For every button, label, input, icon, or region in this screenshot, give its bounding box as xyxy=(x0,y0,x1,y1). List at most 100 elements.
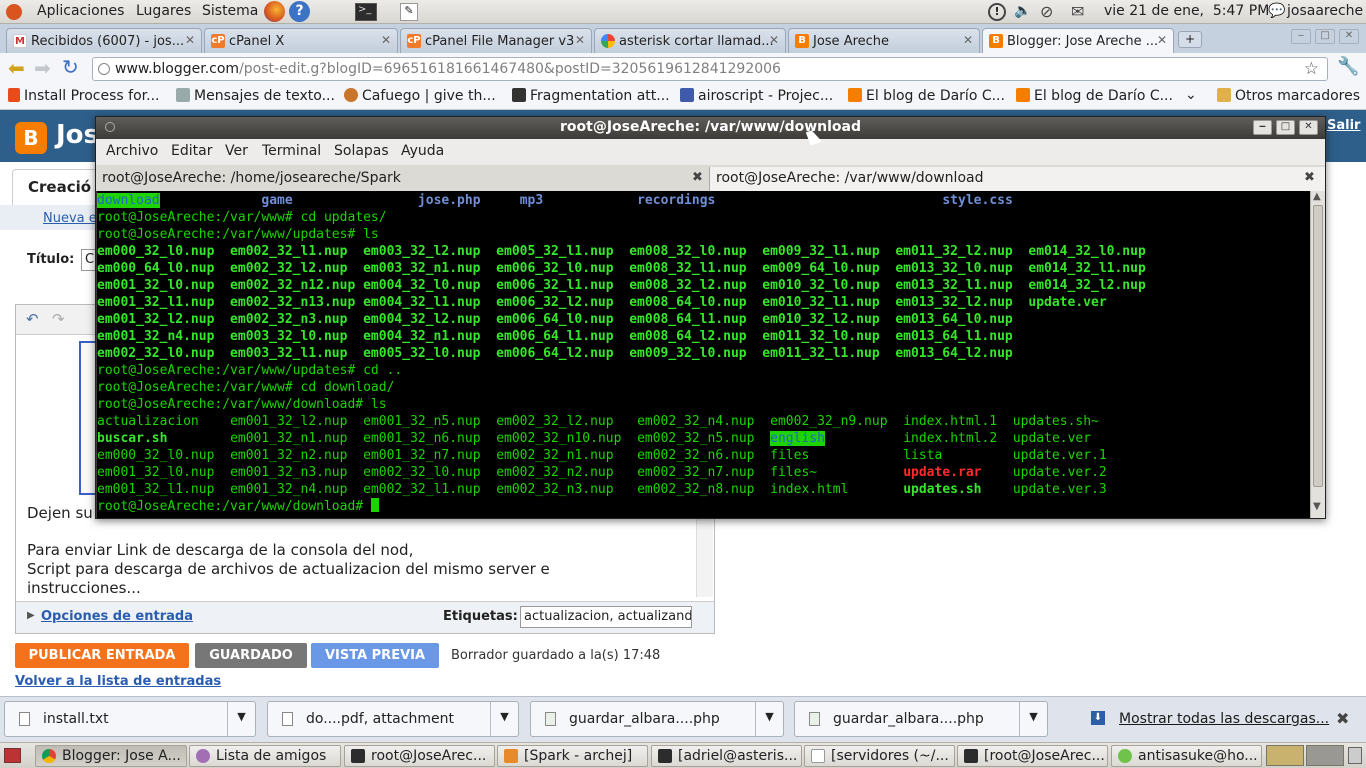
taskbar-item[interactable]: antisasuke@ho... xyxy=(1111,745,1262,767)
download-item[interactable]: guardar_albara....php ▼ xyxy=(530,701,784,737)
trash-icon[interactable] xyxy=(1348,747,1362,764)
bookmark-item[interactable]: Cafuego | give th... xyxy=(344,88,496,104)
close-window-icon[interactable]: ✕ xyxy=(1299,120,1318,135)
close-icon[interactable]: ✕ xyxy=(769,33,779,47)
back-arrow-icon[interactable]: ⬅ xyxy=(8,56,25,80)
close-window-icon[interactable]: ✕ xyxy=(1339,29,1359,44)
maximize-window-icon[interactable]: □ xyxy=(1276,120,1295,135)
new-entry-link[interactable]: Nueva e xyxy=(43,211,97,226)
taskbar-item[interactable]: root@JoseArec... xyxy=(344,745,495,767)
taskbar-item[interactable]: [adriel@asteris... xyxy=(651,745,802,767)
text-editor-icon[interactable]: ✎ xyxy=(400,3,418,21)
bookmark-item[interactable]: El blog de Darío C... xyxy=(1016,88,1173,104)
new-tab-button[interactable]: + xyxy=(1178,31,1202,48)
expand-triangle-icon[interactable]: ▶ xyxy=(27,610,35,621)
show-desktop-icon[interactable] xyxy=(4,748,21,763)
volume-icon[interactable]: 🔈 xyxy=(1014,3,1031,19)
tags-input[interactable]: actualizacion, actualizando xyxy=(520,606,692,628)
taskbar-item[interactable]: [root@JoseArec... xyxy=(957,745,1108,767)
address-bar[interactable]: www.blogger.com/post-edit.g?blogID=69651… xyxy=(92,57,1328,81)
taskbar-item[interactable]: Lista de amigos xyxy=(189,745,341,767)
bookmark-item[interactable]: Mensajes de texto... xyxy=(176,88,335,104)
workspace-switcher[interactable] xyxy=(1306,745,1344,766)
tab-blogger-editor[interactable]: B Blogger: Jose Areche ... ✕ xyxy=(982,28,1174,54)
menu-archivo[interactable]: Archivo xyxy=(106,143,158,159)
terminal-tab-download[interactable]: root@JoseAreche: /var/www/download ✖ xyxy=(709,167,1325,191)
minimize-window-icon[interactable]: ‒ xyxy=(1253,120,1272,135)
bookmark-item[interactable]: El blog de Darío C... xyxy=(848,88,1005,104)
wrench-menu-icon[interactable]: 🔧 xyxy=(1337,56,1359,77)
menu-ayuda[interactable]: Ayuda xyxy=(401,143,444,159)
tab-gmail[interactable]: M Recibidos (6007) - jos... ✕ xyxy=(6,28,202,53)
chat-status-icon[interactable]: 💬 xyxy=(1268,3,1285,19)
chevron-down-icon[interactable]: ▼ xyxy=(755,702,783,736)
back-to-entries-link[interactable]: Volver a la lista de entradas xyxy=(15,674,221,689)
bookmark-item[interactable]: airoscript - Projec... xyxy=(680,88,833,104)
scroll-up-icon[interactable]: ▲ xyxy=(1313,191,1321,202)
download-item[interactable]: do....pdf, attachment ▼ xyxy=(267,701,519,737)
entry-options-link[interactable]: Opciones de entrada xyxy=(41,609,193,624)
menu-editar[interactable]: Editar xyxy=(171,143,212,159)
taskbar-item[interactable]: Blogger: Jose A... xyxy=(35,745,187,767)
menu-sistema[interactable]: Sistema xyxy=(202,3,258,19)
terminal-window[interactable]: root@JoseAreche: /var/www/download ‒ □ ✕… xyxy=(95,116,1326,519)
logout-link[interactable]: Salir xyxy=(1327,118,1360,133)
close-icon[interactable]: ✖ xyxy=(1336,709,1349,728)
redo-icon[interactable]: ↷ xyxy=(52,310,65,328)
maximize-window-icon[interactable]: □ xyxy=(1315,29,1335,44)
tab-google-search[interactable]: asterisk cortar llamad... ✕ xyxy=(594,28,786,53)
close-icon[interactable]: ✕ xyxy=(185,33,195,47)
chevron-down-icon[interactable]: ▼ xyxy=(1019,702,1047,736)
close-icon[interactable]: ✖ xyxy=(1304,170,1315,185)
chevron-down-icon[interactable]: ▼ xyxy=(490,702,518,736)
workspace-switcher[interactable] xyxy=(1266,745,1304,766)
menu-solapas[interactable]: Solapas xyxy=(334,143,389,159)
window-menu-icon[interactable] xyxy=(105,122,115,132)
bookmark-star-icon[interactable]: ☆ xyxy=(1304,59,1319,79)
saved-button[interactable]: GUARDADO xyxy=(195,643,307,668)
close-icon[interactable]: ✖ xyxy=(692,170,703,185)
tab-cpanel-file-manager[interactable]: cP cPanel File Manager v3 ✕ xyxy=(400,28,592,53)
close-icon[interactable]: ✕ xyxy=(1157,33,1167,47)
close-icon[interactable]: ✕ xyxy=(963,33,973,47)
help-icon[interactable]: ? xyxy=(289,1,310,22)
menu-ver[interactable]: Ver xyxy=(225,143,248,159)
close-icon[interactable]: ✕ xyxy=(381,33,391,47)
preview-button[interactable]: VISTA PREVIA xyxy=(311,643,439,668)
scroll-down-icon[interactable]: ▼ xyxy=(1313,501,1321,512)
terminal-tab-spark[interactable]: root@JoseAreche: /home/joseareche/Spark … xyxy=(96,167,709,191)
tab-jose-areche[interactable]: B Jose Areche ✕ xyxy=(788,28,980,53)
chevron-down-icon[interactable]: ▼ xyxy=(227,702,255,736)
user-name[interactable]: josaareche xyxy=(1287,3,1363,19)
other-bookmarks[interactable]: Otros marcadores xyxy=(1217,88,1360,104)
menu-aplicaciones[interactable]: Aplicaciones xyxy=(37,3,124,19)
taskbar-item[interactable]: [servidores (~/... xyxy=(804,745,955,767)
terminal-output[interactable]: download game jose.php mp3 recordings st… xyxy=(97,191,1310,518)
terminal-titlebar[interactable]: root@JoseAreche: /var/www/download ‒ □ ✕ xyxy=(96,117,1325,139)
scroll-thumb[interactable] xyxy=(1313,205,1323,487)
tab-cpanel[interactable]: cP cPanel X ✕ xyxy=(204,28,398,53)
reload-icon[interactable]: ↻ xyxy=(62,55,79,79)
bookmark-item[interactable]: Install Process for... xyxy=(8,88,159,104)
minimize-window-icon[interactable]: ‒ xyxy=(1291,29,1311,44)
undo-icon[interactable]: ↶ xyxy=(26,310,39,328)
download-item[interactable]: guardar_albara....php ▼ xyxy=(794,701,1048,737)
alert-icon[interactable]: ! xyxy=(988,3,1006,21)
bookmarks-overflow-chevron-icon[interactable]: ⌄ xyxy=(1185,87,1197,103)
menu-terminal[interactable]: Terminal xyxy=(262,143,321,159)
datetime-clock[interactable]: vie 21 de ene, 5:47 PM xyxy=(1104,3,1269,19)
firefox-icon[interactable] xyxy=(264,1,285,22)
terminal-scrollbar[interactable]: ▲ ▼ xyxy=(1310,191,1325,518)
mail-icon[interactable]: ✉ xyxy=(1071,2,1084,21)
taskbar-item[interactable]: [Spark - archej] xyxy=(497,745,648,767)
network-icon[interactable]: ⊘ xyxy=(1040,2,1053,21)
terminal-launcher-icon[interactable]: >_ xyxy=(355,3,377,21)
publish-button[interactable]: PUBLICAR ENTRADA xyxy=(15,643,189,668)
menu-lugares[interactable]: Lugares xyxy=(136,3,191,19)
forward-arrow-icon[interactable]: ➡ xyxy=(34,56,51,80)
bookmark-item[interactable]: Fragmentation att... xyxy=(512,88,670,104)
download-item[interactable]: install.txt ▼ xyxy=(4,701,256,737)
show-all-downloads-link[interactable]: Mostrar todas las descargas... xyxy=(1119,711,1329,727)
post-editor-tab[interactable]: Creació xyxy=(12,169,102,205)
close-icon[interactable]: ✕ xyxy=(575,33,585,47)
